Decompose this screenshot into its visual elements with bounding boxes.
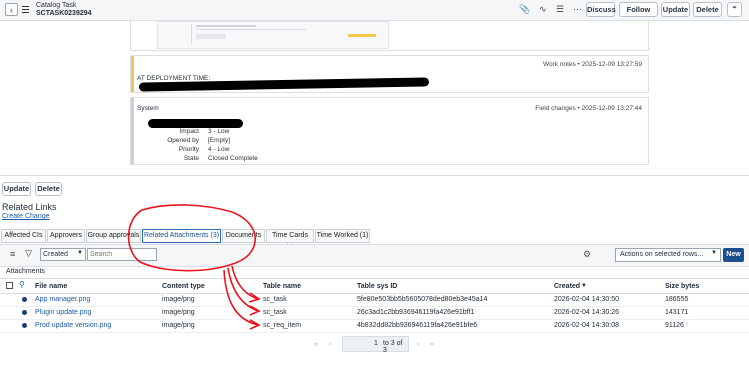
annotation-circle [127,204,256,272]
annotation-overlay [127,204,261,330]
annotation-arrowhead [249,305,261,316]
annotation-arrow [231,265,259,300]
